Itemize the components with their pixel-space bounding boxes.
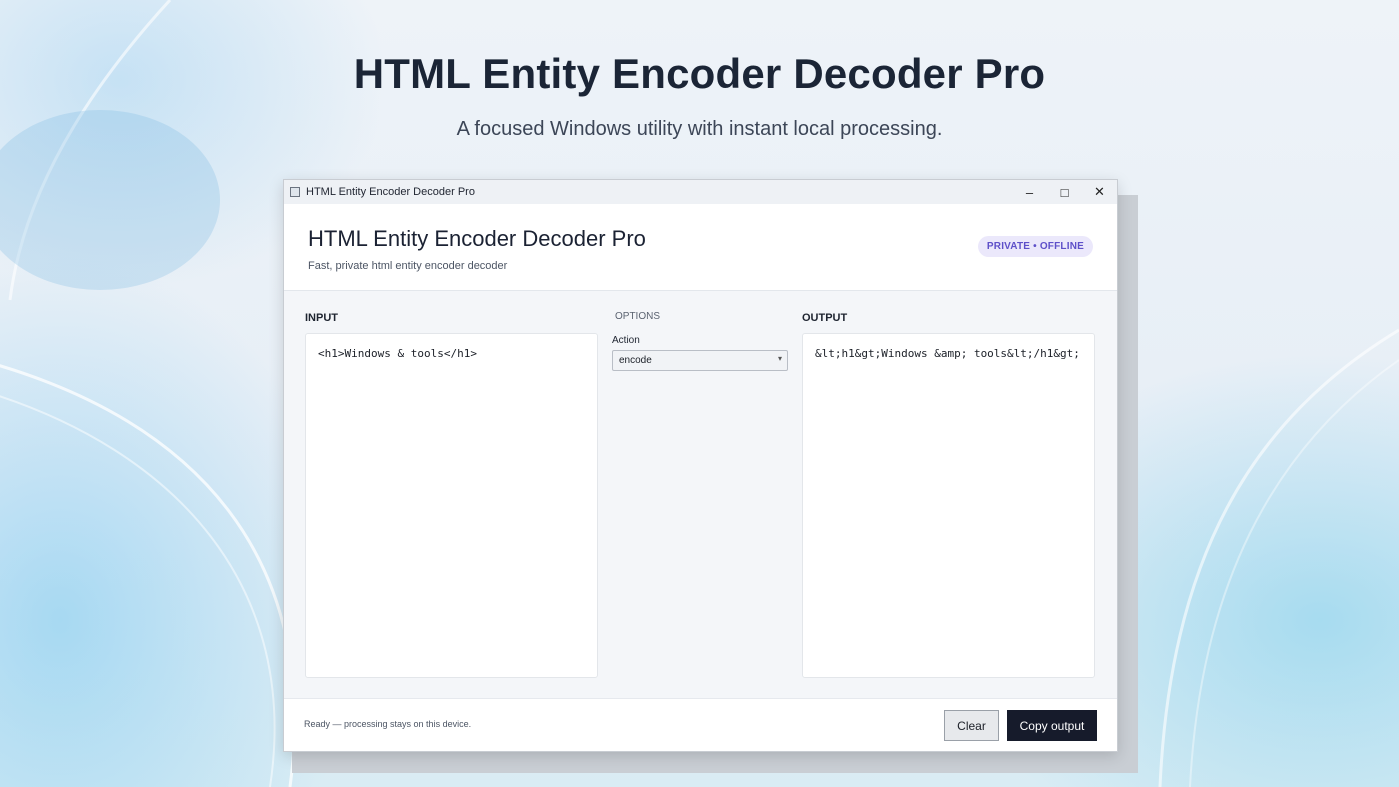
copy-output-button[interactable]: Copy output [1007, 710, 1097, 741]
chevron-down-icon: ▾ [777, 354, 782, 363]
app-header: HTML Entity Encoder Decoder Pro Fast, pr… [284, 204, 1117, 291]
action-label: Action [612, 335, 640, 346]
hero-title: HTML Entity Encoder Decoder Pro [353, 50, 1046, 97]
app-window: HTML Entity Encoder Decoder Pro – □ ✕ HT… [283, 179, 1118, 752]
privacy-badge: PRIVATE • OFFLINE [977, 236, 1093, 257]
action-select[interactable]: encode ▾ [612, 350, 788, 371]
window-title: HTML Entity Encoder Decoder Pro [306, 186, 475, 198]
app-icon [290, 187, 300, 197]
options-label: OPTIONS [615, 311, 661, 322]
app-title: HTML Entity Encoder Decoder Pro [308, 226, 646, 251]
output-label: OUTPUT [802, 312, 848, 324]
clear-button[interactable]: Clear [944, 710, 999, 741]
output-textarea[interactable]: &lt;h1&gt;Windows &amp; tools&lt;/h1&gt; [802, 333, 1095, 678]
input-label: INPUT [305, 312, 338, 324]
app-subtitle: Fast, private html entity encoder decode… [308, 260, 508, 272]
footer-bar: Ready — processing stays on this device.… [284, 698, 1117, 751]
hero-subtitle: A focused Windows utility with instant l… [456, 118, 943, 140]
maximize-button[interactable]: □ [1047, 180, 1082, 204]
status-text: Ready — processing stays on this device. [304, 719, 472, 729]
minimize-button[interactable]: – [1012, 180, 1047, 204]
input-textarea[interactable]: <h1>Windows & tools</h1> [305, 333, 598, 678]
close-button[interactable]: ✕ [1082, 180, 1117, 204]
action-select-value: encode [619, 355, 652, 366]
title-bar[interactable]: HTML Entity Encoder Decoder Pro – □ ✕ [284, 180, 1117, 204]
